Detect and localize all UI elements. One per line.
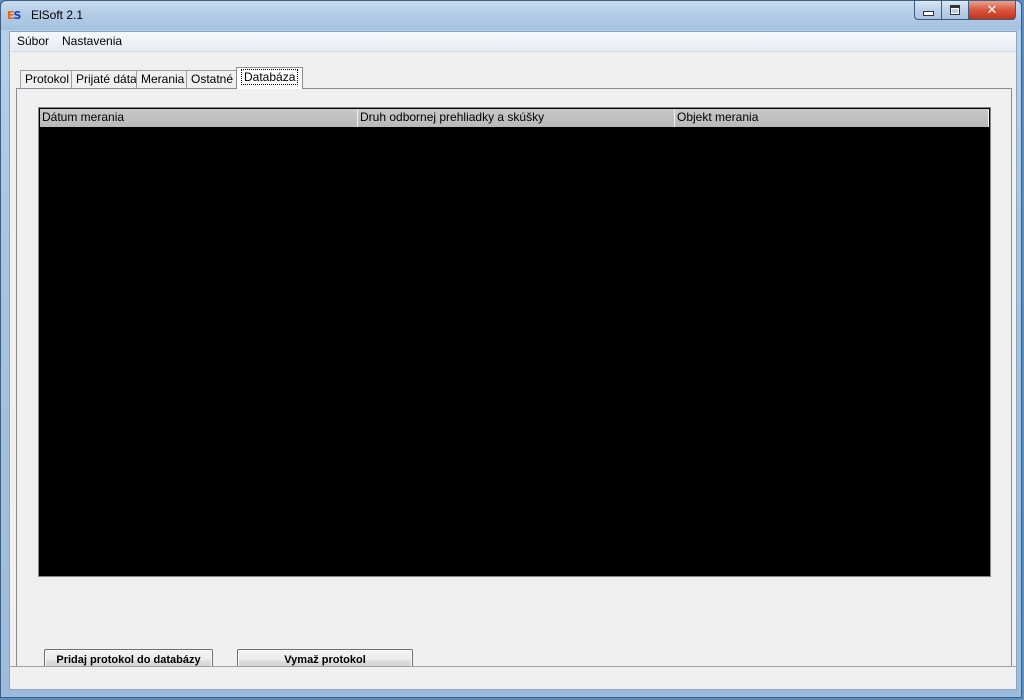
column-header-druh[interactable]: Druh odbornej prehliadky a skúšky xyxy=(358,109,675,127)
window-title: ElSoft 2.1 xyxy=(31,8,84,22)
title-bar[interactable]: ES ElSoft 2.1 ✕ xyxy=(1,1,1021,30)
tab-protokol[interactable]: Protokol xyxy=(20,70,75,88)
maximize-button[interactable] xyxy=(941,1,968,20)
app-window: ES ElSoft 2.1 ✕ Súbor Nastavenia Protoko… xyxy=(0,0,1022,698)
tab-prijate-data[interactable]: Prijaté dáta xyxy=(71,70,142,88)
tab-merania-label: Merania xyxy=(141,72,185,86)
tab-databaza[interactable]: Databáza xyxy=(236,67,304,89)
list-header: Dátum merania Druh odbornej prehliadky a… xyxy=(40,109,989,127)
tab-ostatne[interactable]: Ostatné xyxy=(186,70,239,88)
maximize-icon xyxy=(950,5,960,15)
tab-ostatne-label: Ostatné xyxy=(191,72,234,86)
tab-protokol-label: Protokol xyxy=(25,72,70,86)
tab-merania[interactable]: Merania xyxy=(136,70,190,88)
app-logo-s: S xyxy=(13,9,22,22)
app-logo-icon: ES xyxy=(7,9,25,23)
column-header-datum[interactable]: Dátum merania xyxy=(40,109,358,127)
close-icon: ✕ xyxy=(986,2,998,18)
menu-bar: Súbor Nastavenia xyxy=(10,32,1016,52)
status-bar xyxy=(10,666,1016,689)
menu-nastavenia[interactable]: Nastavenia xyxy=(61,34,123,48)
minimize-button[interactable] xyxy=(914,1,941,20)
client-area: Súbor Nastavenia Protokol Prijaté dáta M… xyxy=(9,31,1017,690)
column-header-objekt[interactable]: Objekt merania xyxy=(675,109,989,127)
caption-buttons: ✕ xyxy=(914,1,1016,21)
close-button[interactable]: ✕ xyxy=(968,1,1016,20)
tab-prijate-data-label: Prijaté dáta xyxy=(76,72,137,86)
minimize-icon xyxy=(922,11,934,16)
tab-page-databaza: Dátum merania Druh odbornej prehliadky a… xyxy=(16,88,1012,672)
database-list[interactable]: Dátum merania Druh odbornej prehliadky a… xyxy=(38,107,991,577)
tab-databaza-label: Databáza xyxy=(241,69,299,85)
menu-subor[interactable]: Súbor xyxy=(16,34,50,48)
